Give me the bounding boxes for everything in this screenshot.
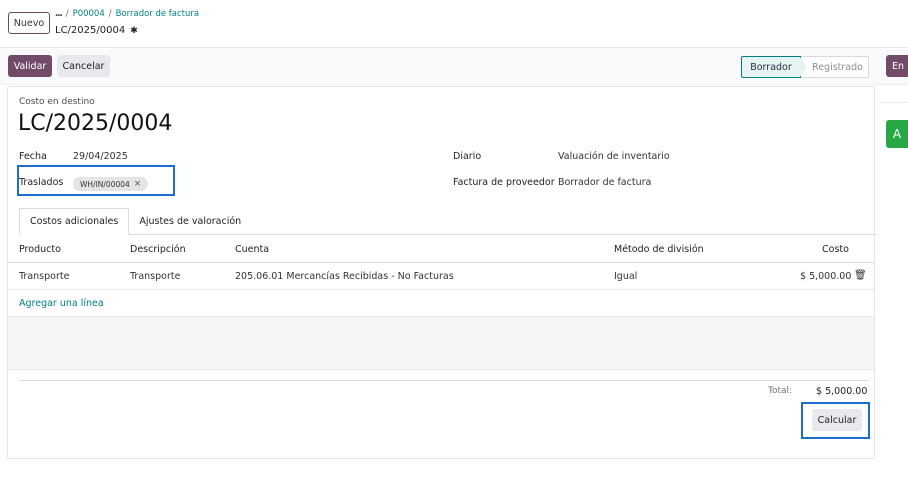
control-panel: Nuevo ... / P00004 / Borrador de factura… [0,0,908,48]
form-sheet: Costo en destino LC/2025/0004 Fecha 29/0… [7,86,876,459]
gear-icon[interactable]: ✱ [130,26,138,36]
breadcrumb: ... / P00004 / Borrador de factura [55,9,199,19]
validate-button[interactable]: Validar [8,55,52,77]
date-label: Fecha [19,151,47,162]
table-header: Producto Descripción Cuenta Método de di… [8,236,874,263]
status-draft[interactable]: Borrador [741,56,808,78]
cell-account[interactable]: 205.06.01 Mercancías Recibidas - No Fact… [235,271,454,282]
trash-icon[interactable]: 🗑 [854,270,867,281]
journal-label: Diario [453,151,482,162]
column-description[interactable]: Descripción [130,244,186,255]
column-cost[interactable]: Costo [822,244,849,255]
breadcrumb-purchase-order[interactable]: P00004 [73,9,105,19]
form-subtitle: Costo en destino [19,97,95,107]
column-product[interactable]: Producto [19,244,61,255]
journal-field[interactable]: Valuación de inventario [558,151,670,162]
status-bar: Borrador Registrado [741,56,869,78]
transfer-tag-label: WH/IN/00004 [80,179,130,189]
chatter-send-button[interactable]: En [886,55,908,77]
vendor-bill-label: Factura de proveedor [453,177,555,188]
table-row[interactable]: Transporte Transporte 205.06.01 Mercancí… [8,263,874,290]
add-line-link[interactable]: Agregar una línea [19,298,104,309]
status-posted[interactable]: Registrado [801,56,869,78]
breadcrumb-separator: / [108,9,112,19]
total-value: $ 5,000.00 [816,386,868,397]
compute-button[interactable]: Calcular [812,409,862,431]
transfers-label: Traslados [19,177,64,188]
new-button[interactable]: Nuevo [8,12,50,34]
empty-row [8,317,874,344]
total-label: Total: [768,386,793,396]
empty-row [8,343,874,370]
tab-divider [19,234,876,235]
cell-cost[interactable]: $ 5,000.00 [800,271,851,282]
record-title-row: LC/2025/0004 ✱ [55,25,138,36]
date-field[interactable]: 29/04/2025 [73,151,128,162]
chatter-divider [880,102,908,103]
page-title: LC/2025/0004 [18,111,173,136]
cancel-button[interactable]: Cancelar [57,55,110,77]
column-account[interactable]: Cuenta [235,244,269,255]
notebook-tabs: Costos adicionales Ajustes de valoración [19,208,252,235]
vendor-bill-field[interactable]: Borrador de factura [558,177,651,188]
cell-split-method[interactable]: Igual [614,271,637,282]
activity-avatar[interactable]: A [886,120,908,148]
tab-additional-costs[interactable]: Costos adicionales [19,208,130,235]
breadcrumb-more[interactable]: ... [55,9,63,19]
close-icon[interactable]: × [134,179,142,189]
breadcrumb-vendor-bill[interactable]: Borrador de factura [116,9,200,19]
breadcrumb-separator: / [65,9,69,19]
column-split-method[interactable]: Método de división [614,244,704,255]
cell-product[interactable]: Transporte [19,271,69,282]
record-name: LC/2025/0004 [55,25,126,36]
cell-description[interactable]: Transporte [130,271,180,282]
action-bar: Validar Cancelar Borrador Registrado En [0,49,908,85]
total-divider [19,380,869,381]
transfer-tag[interactable]: WH/IN/00004 × [73,177,149,191]
tab-valuation-adjustments[interactable]: Ajustes de valoración [129,208,252,235]
add-line-row: Agregar una línea [8,290,874,317]
